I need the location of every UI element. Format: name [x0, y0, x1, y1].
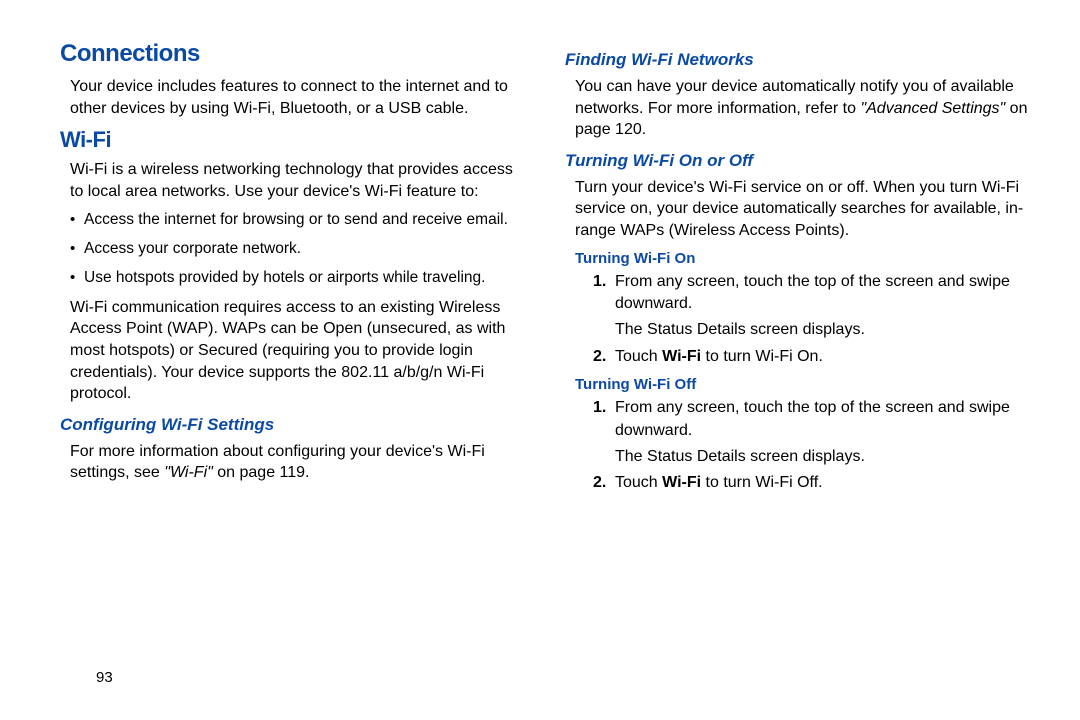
- right-column: Finding Wi-Fi Networks You can have your…: [565, 40, 1030, 660]
- step-item: 2.Touch Wi-Fi to turn Wi-Fi On.: [593, 346, 1030, 368]
- heading-wifi-on: Turning Wi-Fi On: [575, 250, 1030, 267]
- wifi-intro: Wi-Fi is a wireless networking technolog…: [70, 159, 525, 202]
- heading-connections: Connections: [60, 40, 525, 68]
- list-item: Use hotspots provided by hotels or airpo…: [70, 266, 525, 291]
- list-item: Access the internet for browsing or to s…: [70, 208, 525, 233]
- heading-configuring-wifi: Configuring Wi-Fi Settings: [60, 415, 525, 435]
- wifi-on-steps: 1.From any screen, touch the top of the …: [593, 271, 1030, 316]
- wifi-off-steps: 1.From any screen, touch the top of the …: [593, 397, 1030, 442]
- turning-wifi-text: Turn your device's Wi-Fi service on or o…: [575, 177, 1030, 242]
- page-number: 93: [96, 669, 113, 686]
- configuring-wifi-text: For more information about configuring y…: [70, 441, 525, 484]
- step-sub: The Status Details screen displays.: [615, 446, 1030, 468]
- heading-turning-wifi: Turning Wi-Fi On or Off: [565, 151, 1030, 171]
- finding-networks-text: You can have your device automatically n…: [575, 76, 1030, 141]
- step-item: 1.From any screen, touch the top of the …: [593, 271, 1030, 316]
- connections-intro: Your device includes features to connect…: [70, 76, 525, 119]
- wifi-feature-list: Access the internet for browsing or to s…: [70, 208, 525, 290]
- step-sub: The Status Details screen displays.: [615, 319, 1030, 341]
- list-item: Access your corporate network.: [70, 237, 525, 262]
- wifi-wap-info: Wi-Fi communication requires access to a…: [70, 297, 525, 405]
- heading-wifi-off: Turning Wi-Fi Off: [575, 376, 1030, 393]
- heading-wifi: Wi-Fi: [60, 127, 525, 153]
- heading-finding-networks: Finding Wi-Fi Networks: [565, 50, 1030, 70]
- step-item: 2.Touch Wi-Fi to turn Wi-Fi Off.: [593, 472, 1030, 494]
- wifi-off-steps-2: 2.Touch Wi-Fi to turn Wi-Fi Off.: [593, 472, 1030, 494]
- step-item: 1.From any screen, touch the top of the …: [593, 397, 1030, 442]
- page-columns: Connections Your device includes feature…: [60, 40, 1030, 660]
- wifi-on-steps-2: 2.Touch Wi-Fi to turn Wi-Fi On.: [593, 346, 1030, 368]
- left-column: Connections Your device includes feature…: [60, 40, 525, 660]
